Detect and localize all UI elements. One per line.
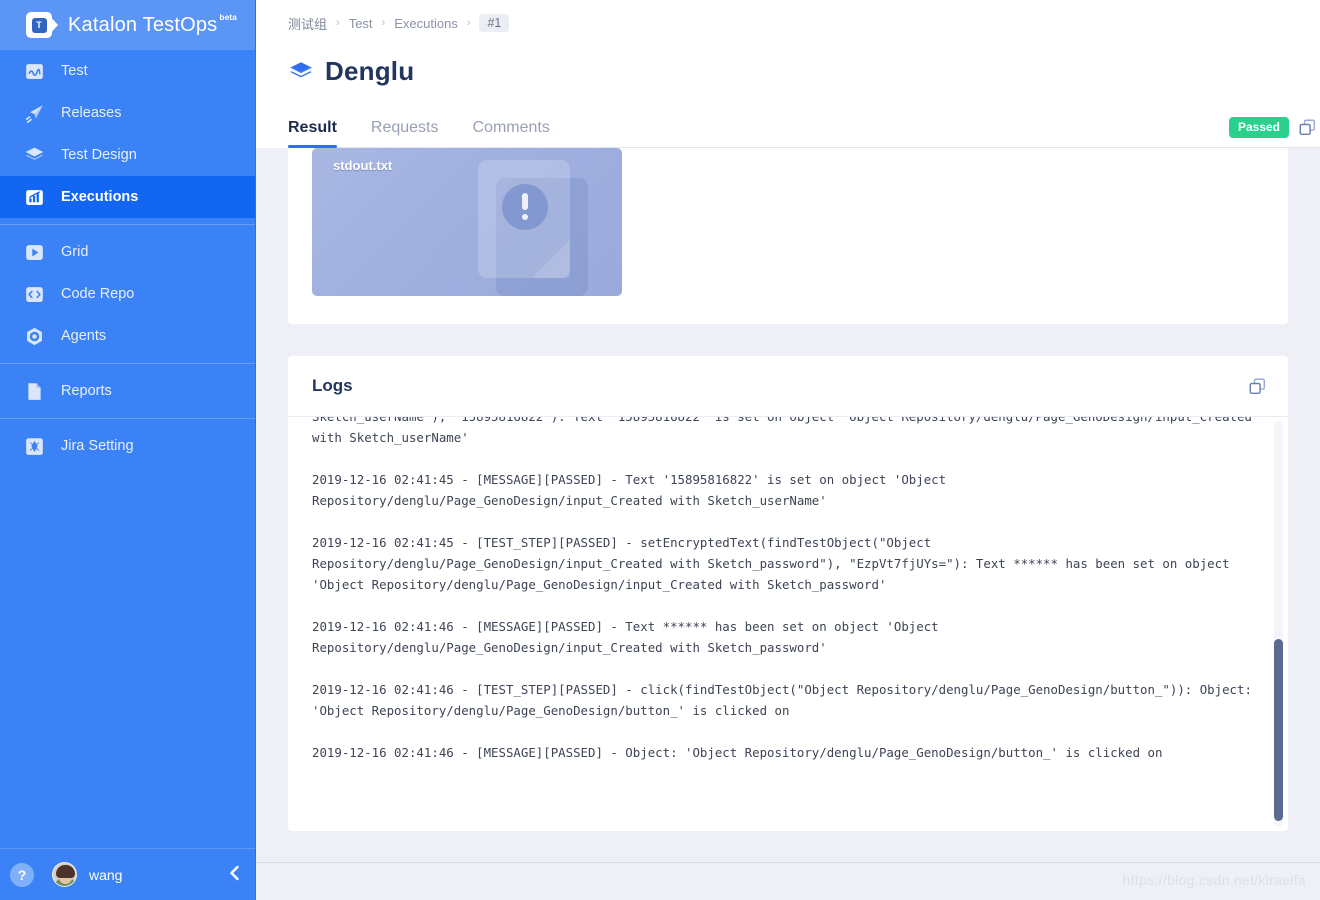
sidebar-item-reports[interactable]: Reports xyxy=(0,370,255,412)
sidebar: T Katalon TestOps beta Test Releases Test … xyxy=(0,0,256,900)
sidebar-divider xyxy=(0,418,255,419)
rocket-icon xyxy=(24,103,45,124)
breadcrumb-item-2[interactable]: Executions xyxy=(394,16,458,31)
tab-requests[interactable]: Requests xyxy=(371,119,439,147)
sidebar-item-label: Code Repo xyxy=(61,286,135,302)
section-gap xyxy=(256,324,1320,356)
analytics-icon xyxy=(24,61,45,82)
sidebar-item-label: Jira Setting xyxy=(61,438,134,454)
sidebar-item-label: Executions xyxy=(61,189,139,205)
sidebar-item-label: Releases xyxy=(61,105,122,121)
attachments-card: stdout.txt xyxy=(288,148,1288,324)
sidebar-item-label: Test xyxy=(61,63,88,79)
sidebar-item-test[interactable]: Test xyxy=(0,50,255,92)
log-entry: Sketch_userName"), "15895816822"): Text … xyxy=(312,417,1252,445)
attachment-thumbnail[interactable]: stdout.txt xyxy=(312,148,622,296)
logs-body[interactable]: Sketch_userName"), "15895816822"): Text … xyxy=(288,417,1288,831)
logs-header: Logs xyxy=(288,356,1288,417)
sidebar-item-executions[interactable]: Executions xyxy=(0,176,255,218)
alert-dot xyxy=(522,214,528,220)
sidebar-item-grid[interactable]: Grid xyxy=(0,231,255,273)
breadcrumb: 测试组 › Test › Executions › #1 xyxy=(288,0,1320,46)
log-entry: 2019-12-16 02:41:45 - [TEST_STEP][PASSED… xyxy=(312,535,1230,592)
brand-header[interactable]: T Katalon TestOps beta xyxy=(0,0,255,50)
sidebar-divider xyxy=(0,363,255,364)
collapse-sidebar-button[interactable] xyxy=(228,865,241,884)
sidebar-divider xyxy=(0,224,255,225)
play-icon xyxy=(24,242,45,263)
sidebar-item-agents[interactable]: Agents xyxy=(0,315,255,357)
copy-icon[interactable] xyxy=(1249,378,1266,395)
logo-letter: T xyxy=(31,17,47,33)
page-header: 测试组 › Test › Executions › #1 Denglu Resu… xyxy=(256,0,1320,148)
layers-icon xyxy=(290,61,312,77)
avatar[interactable] xyxy=(52,862,77,887)
page-title: Denglu xyxy=(325,56,415,86)
footer-divider xyxy=(256,862,1320,863)
code-icon xyxy=(24,284,45,305)
breadcrumb-separator: › xyxy=(336,17,340,29)
logs-card: Logs Sketch_userName"), "15895816822"): … xyxy=(288,356,1288,831)
alert-bar xyxy=(522,193,528,210)
breadcrumb-item-1[interactable]: Test xyxy=(349,16,373,31)
status-badge: Passed xyxy=(1228,117,1289,138)
sidebar-item-label: Reports xyxy=(61,383,112,399)
sidebar-item-code-repo[interactable]: Code Repo xyxy=(0,273,255,315)
sidebar-item-jira-setting[interactable]: Jira Setting xyxy=(0,425,255,467)
beta-badge: beta xyxy=(219,12,237,22)
user-name[interactable]: wang xyxy=(89,867,122,883)
logs-scrollbar-thumb[interactable] xyxy=(1274,639,1283,821)
attachment-file-name: stdout.txt xyxy=(333,158,393,173)
document-icon xyxy=(24,381,45,402)
avatar-hair xyxy=(56,865,75,878)
katalon-logo-icon: T xyxy=(26,12,58,38)
help-button[interactable]: ? xyxy=(10,862,34,887)
copy-icon[interactable] xyxy=(1299,119,1316,136)
main-area: 测试组 › Test › Executions › #1 Denglu Resu… xyxy=(256,0,1320,900)
app-root: T Katalon TestOps beta Test Releases Test … xyxy=(0,0,1320,900)
layers-icon xyxy=(24,145,45,166)
chevron-left-icon xyxy=(230,865,239,881)
breadcrumb-item-0[interactable]: 测试组 xyxy=(288,14,327,33)
breadcrumb-current[interactable]: #1 xyxy=(479,14,510,32)
sidebar-item-releases[interactable]: Releases xyxy=(0,92,255,134)
tab-comments[interactable]: Comments xyxy=(473,119,550,147)
tab-bar: Result Requests Comments Passed xyxy=(288,107,1320,148)
log-entry: 2019-12-16 02:41:46 - [TEST_STEP][PASSED… xyxy=(312,682,1252,718)
sidebar-item-label: Agents xyxy=(61,328,107,344)
log-line-list: Sketch_userName"), "15895816822"): Text … xyxy=(312,417,1260,763)
tab-result[interactable]: Result xyxy=(288,119,337,148)
brand-name: Katalon TestOps xyxy=(68,13,218,36)
logs-title: Logs xyxy=(312,376,353,395)
jira-icon xyxy=(24,436,45,457)
title-row: Denglu xyxy=(288,56,1320,87)
log-entry: 2019-12-16 02:41:45 - [MESSAGE][PASSED] … xyxy=(312,472,947,508)
watermark: https://blog.csdn.net/kiraelfa xyxy=(1122,872,1306,888)
sidebar-nav: Test Releases Test Design Executions Grid Cod… xyxy=(0,50,255,467)
logs-scrollbar[interactable] xyxy=(1274,421,1283,827)
agent-icon xyxy=(24,326,45,347)
chart-bar-icon xyxy=(24,187,45,208)
breadcrumb-separator: › xyxy=(466,17,471,29)
sidebar-user-bar: ? wang xyxy=(0,848,255,900)
sidebar-item-test-design[interactable]: Test Design xyxy=(0,134,255,176)
page-footer-strip xyxy=(256,831,1320,871)
content-scroll-region[interactable]: stdout.txt Logs Sketch_userName"), "1589… xyxy=(256,148,1320,900)
breadcrumb-separator: › xyxy=(381,17,386,29)
log-entry: 2019-12-16 02:41:46 - [MESSAGE][PASSED] … xyxy=(312,619,939,655)
log-entry: 2019-12-16 02:41:46 - [MESSAGE][PASSED] … xyxy=(312,745,1163,760)
sidebar-item-label: Test Design xyxy=(61,147,137,163)
sidebar-item-label: Grid xyxy=(61,244,89,260)
status-area: Passed xyxy=(1228,117,1320,138)
